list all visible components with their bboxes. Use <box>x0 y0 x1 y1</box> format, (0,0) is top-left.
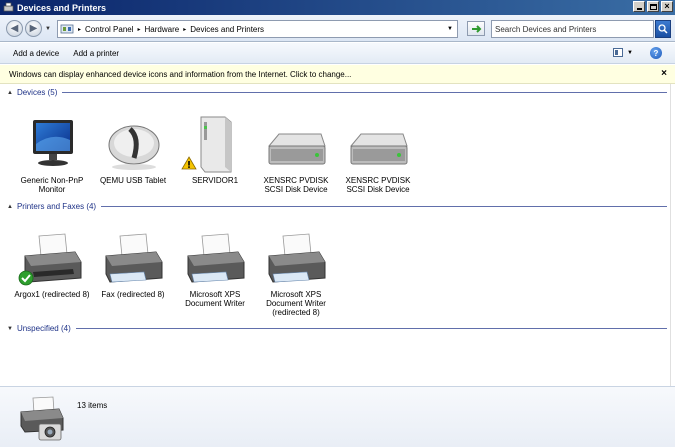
help-icon: ? <box>653 48 659 58</box>
information-bar[interactable]: Windows can display enhanced device icon… <box>0 65 675 84</box>
group-divider <box>101 206 667 207</box>
view-dropdown-icon[interactable]: ▼ <box>627 50 633 56</box>
default-printer-check-icon <box>18 270 34 286</box>
breadcrumb-control-panel[interactable]: Control Panel <box>85 25 133 34</box>
device-item[interactable]: Generic Non-PnP Monitor <box>14 114 90 194</box>
address-toolbar: ◀ ▶ ▼ ▸ Control Panel ▸ Hardware ▸ Devic… <box>0 15 675 42</box>
group-header-printers[interactable]: ▲ Printers and Faxes (4) <box>7 202 667 211</box>
group-header-unspecified[interactable]: ▼ Unspecified (4) <box>7 324 667 333</box>
breadcrumb-separator[interactable]: ▸ <box>138 26 141 33</box>
close-button[interactable]: × <box>661 1 673 12</box>
device-label: QEMU USB Tablet <box>99 176 167 185</box>
devices-printers-icon <box>3 2 14 12</box>
breadcrumb-devices-printers[interactable]: Devices and Printers <box>190 25 264 34</box>
window-title: Devices and Printers <box>17 2 107 13</box>
devices-printers-large-icon <box>20 396 64 441</box>
view-icon <box>613 48 623 57</box>
group-label: Unspecified (4) <box>16 324 71 333</box>
change-view-button[interactable]: ▼ <box>613 48 633 57</box>
fax-printer-icon <box>105 233 163 283</box>
scrollbar[interactable] <box>670 84 675 386</box>
add-printer-button[interactable]: Add a printer <box>66 44 126 63</box>
search-icon <box>658 24 668 34</box>
printer-label: Microsoft XPS Document Writer <box>185 290 245 308</box>
breadcrumb-separator[interactable]: ▸ <box>78 26 81 33</box>
command-bar: Add a device Add a printer ▼ ? <box>0 43 675 64</box>
details-pane: 13 items <box>0 386 675 447</box>
group-label: Devices (5) <box>16 88 58 97</box>
add-device-button[interactable]: Add a device <box>6 44 66 63</box>
forward-button[interactable]: ▶ <box>25 20 42 37</box>
hard-drive-icon <box>267 133 326 165</box>
group-header-devices[interactable]: ▲ Devices (5) <box>7 88 667 97</box>
search-button[interactable] <box>655 20 671 38</box>
title-bar: Devices and Printers × <box>0 0 675 15</box>
back-button[interactable]: ◀ <box>6 20 23 37</box>
hard-drive-icon <box>349 133 408 165</box>
device-label: SERVIDOR1 <box>191 176 239 185</box>
device-item[interactable]: SERVIDOR1 <box>177 114 253 185</box>
printer-item[interactable]: Argox1 (redirected 8) <box>14 228 90 299</box>
item-count: 13 items <box>77 401 108 410</box>
group-divider <box>62 92 667 93</box>
infobar-message[interactable]: Windows can display enhanced device icon… <box>9 70 351 79</box>
recent-pages-dropdown[interactable]: ▼ <box>45 26 51 32</box>
monitor-icon <box>33 120 73 166</box>
device-item[interactable]: XENSRC PVDISK SCSI Disk Device <box>258 114 334 194</box>
refresh-button[interactable] <box>467 21 485 36</box>
printer-label: Microsoft XPS Document Writer (redirecte… <box>266 290 326 317</box>
control-panel-icon <box>60 24 74 34</box>
breadcrumb-hardware[interactable]: Hardware <box>145 25 180 34</box>
collapse-arrow-icon[interactable]: ▲ <box>7 90 13 96</box>
device-label: XENSRC PVDISK SCSI Disk Device <box>263 176 329 194</box>
maximize-button[interactable] <box>647 1 659 12</box>
expand-arrow-icon[interactable]: ▼ <box>7 326 13 332</box>
printer-item[interactable]: Fax (redirected 8) <box>95 228 171 299</box>
breadcrumb-separator[interactable]: ▸ <box>183 26 186 33</box>
mouse-icon <box>108 125 160 170</box>
device-item[interactable]: QEMU USB Tablet <box>95 114 171 185</box>
search-placeholder: Search Devices and Printers <box>495 24 597 34</box>
device-item[interactable]: XENSRC PVDISK SCSI Disk Device <box>340 114 416 194</box>
forward-arrow-icon: ▶ <box>29 23 38 34</box>
maximize-icon <box>649 3 657 10</box>
group-divider <box>75 328 667 329</box>
printer-item[interactable]: Microsoft XPS Document Writer (redirecte… <box>258 228 334 317</box>
device-label: Generic Non-PnP Monitor <box>20 176 84 194</box>
minimize-icon <box>636 8 642 10</box>
printer-label: Fax (redirected 8) <box>101 290 165 299</box>
help-button[interactable]: ? <box>650 47 662 59</box>
search-input[interactable]: Search Devices and Printers <box>491 20 654 38</box>
warning-icon <box>181 156 197 170</box>
group-label: Printers and Faxes (4) <box>16 202 97 211</box>
device-label: XENSRC PVDISK SCSI Disk Device <box>345 176 411 194</box>
printer-label: Argox1 (redirected 8) <box>14 290 90 299</box>
xps-printer-icon <box>268 233 326 283</box>
address-dropdown-icon[interactable]: ▼ <box>447 26 453 32</box>
address-bar[interactable]: ▸ Control Panel ▸ Hardware ▸ Devices and… <box>57 20 458 38</box>
collapse-arrow-icon[interactable]: ▲ <box>7 204 13 210</box>
back-arrow-icon: ◀ <box>10 23 19 34</box>
close-icon: × <box>664 1 670 11</box>
infobar-close-icon[interactable]: × <box>661 68 667 79</box>
xps-printer-icon <box>187 233 245 283</box>
printer-item[interactable]: Microsoft XPS Document Writer <box>177 228 253 308</box>
refresh-icon <box>472 24 482 33</box>
minimize-button[interactable] <box>633 1 645 12</box>
